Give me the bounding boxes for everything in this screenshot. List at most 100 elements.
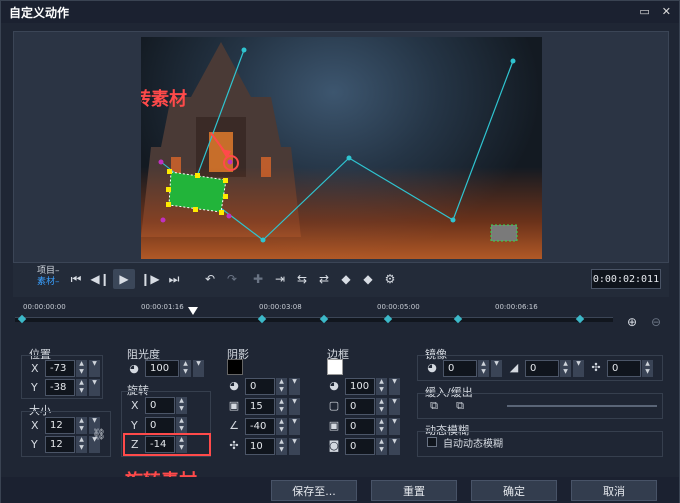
play-icon[interactable]: ▶ — [113, 269, 135, 289]
opacity-menu[interactable]: ▼ — [193, 360, 204, 377]
position-y-menu[interactable]: ▼ — [89, 379, 100, 396]
timeline[interactable]: 00:00:00:00 00:00:01:16 00:00:03:08 00:0… — [13, 299, 669, 339]
shadow-opacity-input[interactable]: 0 — [245, 378, 275, 395]
shadow-angle-stepper[interactable]: ▲ ▼ — [276, 418, 287, 435]
keyframe-track[interactable] — [15, 317, 613, 322]
rotation-x-input[interactable]: 0 — [145, 397, 175, 414]
shadow-color-swatch[interactable] — [227, 359, 243, 375]
project-clip-toggle[interactable]: 项目– 素材– — [37, 266, 60, 288]
redo-icon[interactable]: ↷ — [221, 269, 243, 289]
border-opacity-menu[interactable]: ▼ — [389, 378, 400, 395]
shadow-blur-stepper[interactable]: ▲ ▼ — [276, 398, 287, 415]
zoom-out-icon[interactable]: ⊖ — [651, 315, 661, 329]
position-x-menu[interactable]: ▼ — [89, 360, 100, 377]
mirror-distance-stepper[interactable]: ▲ ▼ — [642, 360, 653, 377]
shadow-opacity-menu[interactable]: ▼ — [289, 378, 300, 395]
save-to-button[interactable]: 保存至... — [271, 480, 357, 501]
close-icon[interactable]: ✕ — [662, 5, 671, 18]
shadow-blur-input[interactable]: 15 — [245, 398, 275, 415]
add-keyframe-icon[interactable]: ✚ — [247, 269, 269, 289]
swap-keyframes-icon[interactable]: ⇄ — [313, 269, 335, 289]
maximize-icon[interactable]: ▭ — [639, 5, 649, 18]
shadow-distance-icon: ✣ — [229, 439, 239, 452]
reset-button[interactable]: 重置 — [371, 480, 457, 501]
remove-keyframe-icon[interactable]: ⇥ — [269, 269, 291, 289]
go-end-icon[interactable]: ⏭ — [163, 269, 185, 289]
cancel-button[interactable]: 取消 — [571, 480, 657, 501]
border-width-stepper[interactable]: ▲ ▼ — [376, 398, 387, 415]
ease-out-icon[interactable]: ⧉ — [453, 399, 467, 413]
ruler-label: 00:00:00:00 — [23, 303, 66, 311]
undo-icon[interactable]: ↶ — [199, 269, 221, 289]
rotation-y-stepper[interactable]: ▲ ▼ — [176, 417, 187, 434]
border-opacity-stepper[interactable]: ▲ ▼ — [376, 378, 387, 395]
position-x-input[interactable]: -73 — [45, 360, 75, 377]
mirror-distance-icon: ✣ — [591, 361, 601, 374]
position-x-stepper[interactable]: ▲ ▼ — [76, 360, 87, 377]
custom-motion-window: 自定义动作 ▭ ✕ 转素材 项目– 素材– ⏮ ◀❙ ▶ ❙▶ ⏭ ↶ ↷ ✚ … — [0, 0, 680, 503]
position-y-label: Y — [31, 381, 38, 394]
border-opacity-input[interactable]: 100 — [345, 378, 375, 395]
clip-label[interactable]: 素材– — [37, 277, 60, 288]
border-blur-menu[interactable]: ▼ — [389, 418, 400, 435]
zoom-in-icon[interactable]: ⊕ — [627, 315, 637, 329]
border-corner-input[interactable]: 0 — [345, 438, 375, 455]
keyframe-options-icon[interactable]: ⚙ — [379, 269, 401, 289]
reverse-keyframes-icon[interactable]: ⇆ — [291, 269, 313, 289]
title-bar: 自定义动作 ▭ ✕ — [1, 1, 679, 23]
mirror-distance-input[interactable]: 0 — [607, 360, 641, 377]
position-x-label: X — [31, 362, 39, 375]
border-corner-icon: ◙ — [328, 439, 340, 452]
opacity-input[interactable]: 100 — [145, 360, 179, 377]
mirror-fade-menu[interactable]: ▼ — [573, 360, 584, 377]
border-blur-stepper[interactable]: ▲ ▼ — [376, 418, 387, 435]
go-start-icon[interactable]: ⏮ — [65, 269, 87, 289]
size-y-stepper[interactable]: ▲ ▼ — [76, 436, 87, 453]
border-width-input[interactable]: 0 — [345, 398, 375, 415]
auto-motion-blur-checkbox[interactable] — [427, 437, 437, 447]
border-corner-menu[interactable]: ▼ — [389, 438, 400, 455]
ruler-label: 00:00:06:16 — [495, 303, 538, 311]
rotation-z-highlight — [123, 433, 211, 456]
ease-in-icon[interactable]: ⧉ — [427, 399, 441, 413]
size-y-input[interactable]: 12 — [45, 436, 75, 453]
border-blur-input[interactable]: 0 — [345, 418, 375, 435]
shadow-distance-input[interactable]: 10 — [245, 438, 275, 455]
mirror-opacity-stepper[interactable]: ▲ ▼ — [478, 360, 489, 377]
prev-keyframe-icon[interactable]: ◆ — [335, 269, 357, 289]
size-x-input[interactable]: 12 — [45, 417, 75, 434]
next-keyframe-icon[interactable]: ◆ — [357, 269, 379, 289]
size-y-label: Y — [31, 438, 38, 451]
shadow-angle-input[interactable]: -40 — [245, 418, 275, 435]
opacity-stepper[interactable]: ▲ ▼ — [180, 360, 191, 377]
link-aspect-icon[interactable]: ⛓ — [92, 428, 106, 442]
ruler-label: 00:00:05:00 — [377, 303, 420, 311]
size-x-stepper[interactable]: ▲ ▼ — [76, 417, 87, 434]
project-label[interactable]: 项目– — [37, 266, 60, 277]
mirror-fade-stepper[interactable]: ▲ ▼ — [560, 360, 571, 377]
position-y-stepper[interactable]: ▲ ▼ — [76, 379, 87, 396]
prev-frame-icon[interactable]: ◀❙ — [89, 269, 111, 289]
shadow-blur-menu[interactable]: ▼ — [289, 398, 300, 415]
shadow-angle-menu[interactable]: ▼ — [289, 418, 300, 435]
ease-slider[interactable] — [507, 405, 657, 407]
mirror-opacity-input[interactable]: 0 — [443, 360, 477, 377]
shadow-opacity-stepper[interactable]: ▲ ▼ — [276, 378, 287, 395]
position-y-input[interactable]: -38 — [45, 379, 75, 396]
rotation-y-input[interactable]: 0 — [145, 417, 175, 434]
border-corner-stepper[interactable]: ▲ ▼ — [376, 438, 387, 455]
shadow-blur-icon: ▣ — [228, 399, 240, 412]
next-frame-icon[interactable]: ❙▶ — [139, 269, 161, 289]
shadow-distance-menu[interactable]: ▼ — [289, 438, 300, 455]
border-width-menu[interactable]: ▼ — [389, 398, 400, 415]
rotation-x-stepper[interactable]: ▲ ▼ — [176, 397, 187, 414]
shadow-distance-stepper[interactable]: ▲ ▼ — [276, 438, 287, 455]
shadow-angle-icon: ∠ — [229, 419, 239, 432]
ok-button[interactable]: 确定 — [471, 480, 557, 501]
window-title: 自定义动作 — [9, 5, 70, 20]
mirror-fade-input[interactable]: 0 — [525, 360, 559, 377]
preview-canvas[interactable]: 拖拽旋转素材 — [141, 37, 542, 259]
mirror-opacity-menu[interactable]: ▼ — [491, 360, 502, 377]
timecode-display[interactable]: 0:00:02:011 — [591, 269, 661, 289]
border-color-swatch[interactable] — [327, 359, 343, 375]
